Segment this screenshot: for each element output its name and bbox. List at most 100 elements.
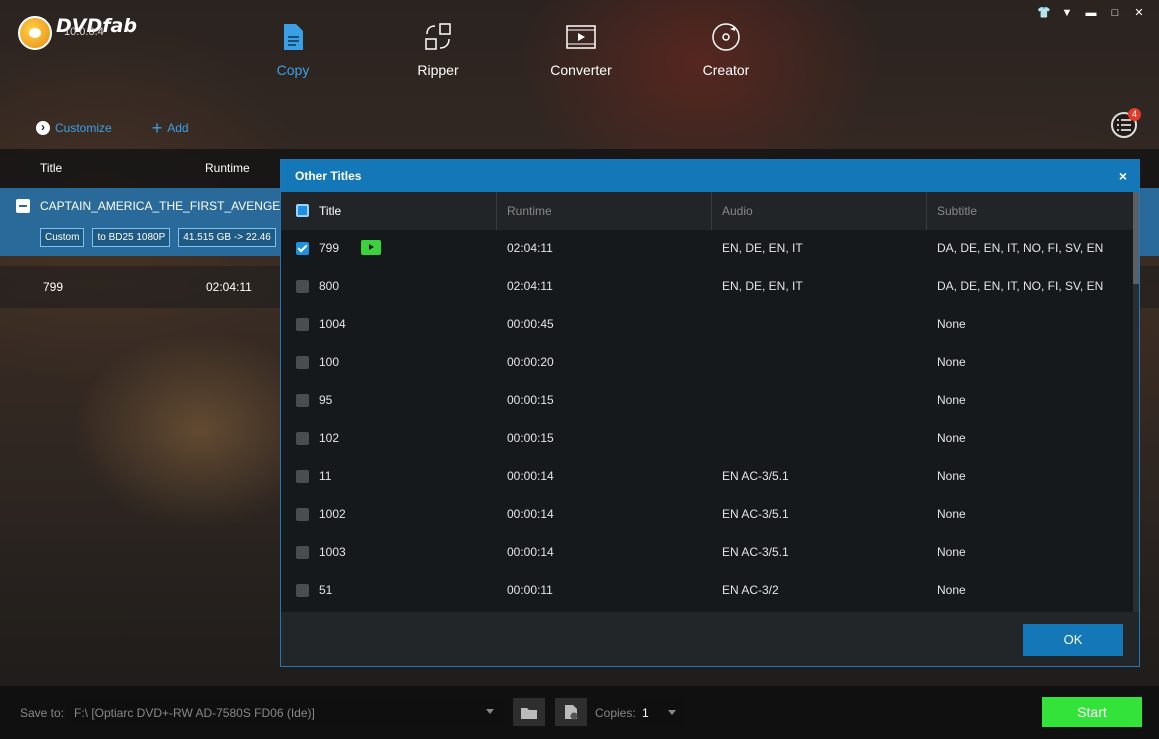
row-checkbox[interactable]	[296, 508, 309, 521]
customize-label: Customize	[55, 121, 112, 135]
header-subtitle-label: Subtitle	[937, 204, 978, 218]
row-title: 799	[319, 241, 340, 255]
row-title: 1004	[319, 317, 346, 331]
row-audio: EN, DE, EN, IT	[722, 241, 803, 255]
header-subtitle: Subtitle	[927, 192, 1133, 230]
row-subtitle: None	[937, 583, 966, 597]
menu-dropdown-icon[interactable]: ▼	[1061, 6, 1073, 20]
creator-icon	[711, 22, 741, 52]
row-subtitle: None	[937, 317, 966, 331]
nav-ripper[interactable]: Ripper	[383, 22, 493, 78]
nav-converter[interactable]: Converter	[526, 22, 636, 78]
row-runtime: 02:04:11	[507, 241, 553, 255]
customize-button[interactable]: › Customize	[36, 121, 112, 135]
row-checkbox[interactable]	[296, 470, 309, 483]
row-checkbox[interactable]	[296, 280, 309, 293]
nav-creator[interactable]: Creator	[671, 22, 781, 78]
main-nav: Copy Ripper Converter Creator	[0, 22, 1159, 92]
other-titles-dialog: Other Titles × Title Runtime Audio Subti…	[280, 159, 1140, 667]
row-audio: EN AC-3/5.1	[722, 469, 789, 483]
header-title-label: Title	[319, 204, 342, 218]
source-toolbar: › Customize + Add	[36, 119, 189, 137]
row-checkbox[interactable]	[296, 318, 309, 331]
row-audio: EN AC-3/5.1	[722, 507, 789, 521]
minimize-icon[interactable]: ▬	[1085, 6, 1097, 20]
row-audio: EN, DE, EN, IT	[722, 279, 803, 293]
nav-converter-label: Converter	[550, 62, 612, 78]
row-subtitle: DA, DE, EN, IT, NO, FI, SV, EN	[937, 241, 1104, 255]
copies-select[interactable]: 1	[638, 698, 684, 726]
row-subtitle: None	[937, 431, 966, 445]
table-row[interactable]: 800 02:04:11 EN, DE, EN, IT DA, DE, EN, …	[281, 268, 1133, 306]
row-checkbox[interactable]	[296, 546, 309, 559]
row-runtime: 00:00:45	[507, 317, 554, 331]
nav-creator-label: Creator	[702, 62, 750, 78]
dialog-close-icon[interactable]: ×	[1119, 168, 1127, 184]
output-format-tag[interactable]: to BD25 1080P	[92, 228, 171, 247]
dialog-footer: OK	[281, 612, 1139, 666]
nav-copy-label: Copy	[276, 62, 310, 78]
arrow-right-icon: ›	[36, 121, 50, 135]
collapse-icon[interactable]	[16, 199, 30, 213]
table-scrollbar[interactable]	[1133, 192, 1139, 612]
maximize-icon[interactable]: □	[1109, 6, 1121, 20]
row-subtitle: None	[937, 545, 966, 559]
bottom-bar: Save to: F:\ [Optiarc DVD+-RW AD-7580S F…	[0, 686, 1159, 739]
start-button[interactable]: Start	[1042, 697, 1142, 727]
row-checkbox[interactable]	[296, 432, 309, 445]
play-icon[interactable]	[361, 240, 381, 255]
row-checkbox[interactable]	[296, 356, 309, 369]
scroll-thumb[interactable]	[1133, 192, 1139, 284]
row-title: 800	[319, 279, 340, 293]
row-runtime: 00:00:14	[507, 507, 554, 521]
titles-table: Title Runtime Audio Subtitle 799 02:04:1…	[281, 192, 1133, 612]
add-button[interactable]: + Add	[152, 119, 189, 137]
copies-label: Copies:	[595, 706, 636, 720]
ok-button[interactable]: OK	[1023, 624, 1123, 656]
save-to-label: Save to:	[20, 706, 65, 720]
size-tag[interactable]: 41.515 GB -> 22.46	[178, 228, 276, 247]
row-subtitle: DA, DE, EN, IT, NO, FI, SV, EN	[937, 279, 1104, 293]
save-path-select[interactable]: F:\ [Optiarc DVD+-RW AD-7580S FD06 (Ide)…	[66, 698, 504, 726]
custom-tag[interactable]: Custom	[40, 228, 85, 247]
row-subtitle: None	[937, 393, 966, 407]
table-row[interactable]: 100 00:00:20 None	[281, 344, 1133, 382]
row-runtime: 00:00:15	[507, 431, 554, 445]
row-checkbox[interactable]	[296, 584, 309, 597]
header-audio: Audio	[712, 192, 927, 230]
table-row[interactable]: 799 02:04:11 EN, DE, EN, IT DA, DE, EN, …	[281, 230, 1133, 268]
add-label: Add	[167, 121, 189, 135]
copies-value: 1	[642, 706, 649, 720]
copy-icon	[278, 22, 308, 52]
top-bar: DVDfab 10.0.0.4 Copy Ripper Converter Cr	[0, 0, 1159, 110]
dialog-title: Other Titles	[295, 169, 362, 183]
table-row[interactable]: 1003 00:00:14 EN AC-3/5.1 None	[281, 534, 1133, 572]
folder-icon	[521, 707, 537, 719]
select-all-checkbox[interactable]	[296, 204, 309, 217]
row-runtime: 00:00:15	[507, 393, 554, 407]
row-checkbox[interactable]	[296, 394, 309, 407]
title-runtime: 02:04:11	[206, 280, 252, 294]
table-row[interactable]: 1002 00:00:14 EN AC-3/5.1 None	[281, 496, 1133, 534]
row-checkbox[interactable]	[296, 242, 309, 255]
table-row[interactable]: 11 00:00:14 EN AC-3/5.1 None	[281, 458, 1133, 496]
nav-copy[interactable]: Copy	[238, 22, 348, 78]
row-title: 11	[319, 469, 332, 483]
row-audio: EN AC-3/2	[722, 583, 779, 597]
row-runtime: 00:00:20	[507, 355, 554, 369]
browse-folder-button[interactable]	[513, 698, 545, 726]
row-audio: EN AC-3/5.1	[722, 545, 789, 559]
header-runtime: Runtime	[497, 192, 712, 230]
table-row[interactable]: 1004 00:00:45 None	[281, 306, 1133, 344]
skin-icon[interactable]: 👕	[1037, 6, 1051, 20]
table-row[interactable]: 102 00:00:15 None	[281, 420, 1133, 458]
queue-count-badge: 4	[1128, 108, 1141, 121]
iso-button[interactable]	[555, 698, 587, 726]
row-runtime: 02:04:11	[507, 279, 553, 293]
close-icon[interactable]: ✕	[1133, 6, 1145, 20]
row-title: 1003	[319, 545, 346, 559]
row-runtime: 00:00:14	[507, 545, 554, 559]
table-row[interactable]: 95 00:00:15 None	[281, 382, 1133, 420]
table-row[interactable]: 51 00:00:11 EN AC-3/2 None	[281, 572, 1133, 610]
disc-file-icon	[565, 705, 578, 720]
